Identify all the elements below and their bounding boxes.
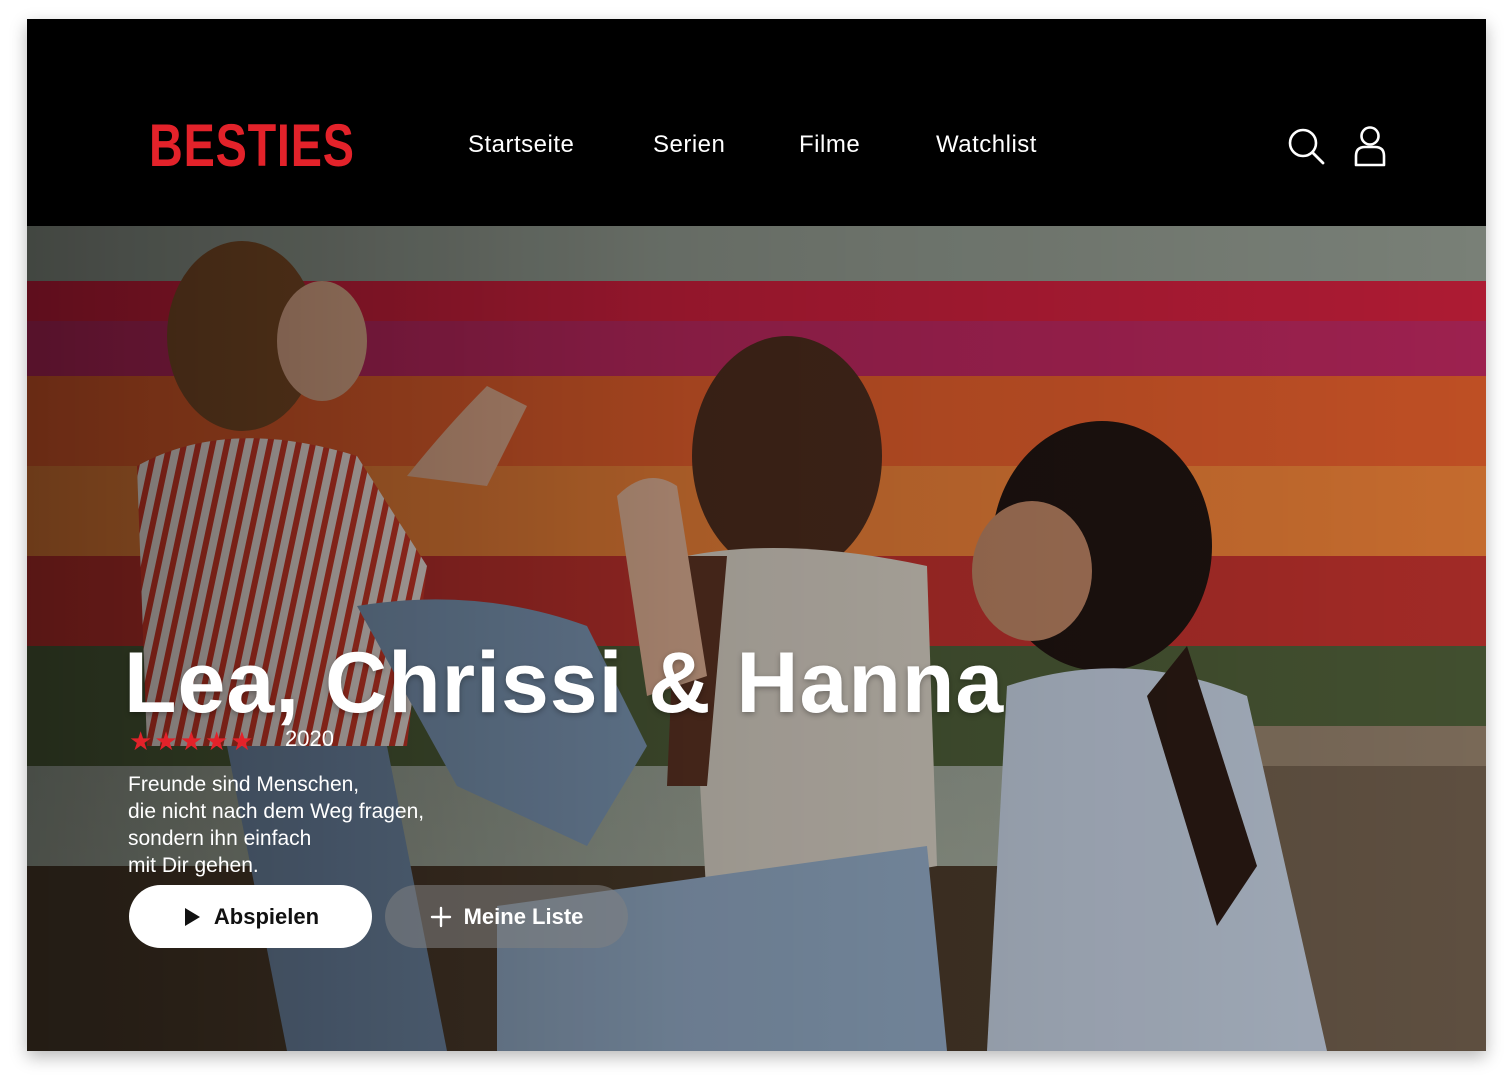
nav-item-serien[interactable]: Serien (653, 131, 725, 159)
show-description: Freunde sind Menschen, die nicht nach de… (128, 771, 548, 879)
description-line: mit Dir gehen. (128, 854, 259, 877)
play-icon (184, 907, 200, 926)
nav-item-filme[interactable]: Filme (799, 131, 860, 159)
play-button[interactable]: Abspielen (129, 885, 372, 948)
add-to-list-label: Meine Liste (463, 903, 584, 929)
description-line: Freunde sind Menschen, (128, 773, 360, 796)
nav-item-startseite[interactable]: Startseite (468, 131, 574, 159)
nav-item-watchlist[interactable]: Watchlist (936, 131, 1037, 159)
star-icon: ★ (154, 726, 178, 756)
user-icon[interactable] (1353, 125, 1387, 172)
description-line: die nicht nach dem Weg fragen, (128, 800, 425, 823)
star-icon: ★ (230, 726, 254, 756)
star-icon: ★ (179, 726, 203, 756)
add-to-list-button[interactable]: Meine Liste (385, 885, 628, 948)
show-title: Lea, Chrissi & Hanna (124, 635, 1005, 731)
play-button-label: Abspielen (213, 903, 320, 929)
star-icon: ★ (129, 726, 153, 756)
star-icon: ★ (204, 726, 229, 756)
description-line: sondern ihn einfach (128, 827, 312, 850)
top-navigation-bar: BESTIES Startseite Serien Filme Watchlis… (27, 19, 1486, 226)
release-year: 2020 (285, 726, 334, 751)
app-window: BESTIES Startseite Serien Filme Watchlis… (27, 19, 1486, 1051)
search-icon[interactable] (1287, 127, 1327, 172)
brand-logo[interactable]: BESTIES (149, 111, 355, 181)
rating-stars: ★ ★ ★ ★ ★ (129, 728, 254, 754)
plus-icon (430, 906, 451, 927)
hero-banner: Lea, Chrissi & Hanna ★ ★ ★ ★ ★ 2020 Freu… (27, 226, 1486, 1051)
